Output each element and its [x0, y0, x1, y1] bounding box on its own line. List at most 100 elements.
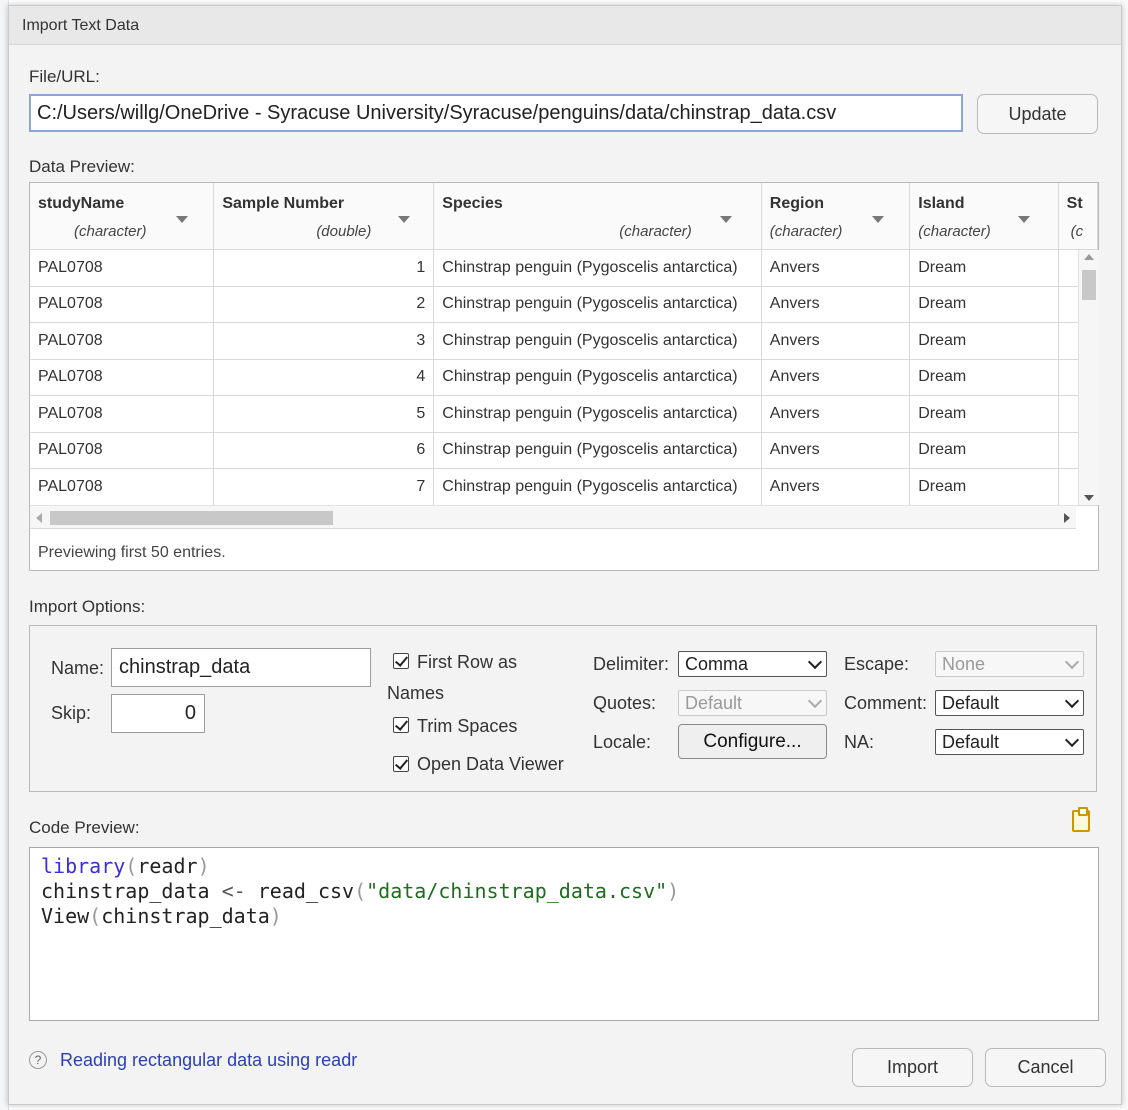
help-icon[interactable]: ?: [29, 1051, 47, 1069]
code-token: View: [41, 904, 90, 928]
import-options-label: Import Options:: [29, 597, 146, 616]
delimiter-select[interactable]: Comma: [678, 651, 827, 677]
scroll-down-icon[interactable]: [1084, 495, 1094, 501]
code-token: read_csv: [257, 879, 355, 903]
update-button[interactable]: Update: [977, 94, 1098, 134]
table-row: PAL0708 4 Chinstrap penguin (Pygoscelis an…: [30, 359, 1099, 396]
code-line: chinstrap_data <- read_csv("data/chinstr…: [41, 879, 1087, 904]
open-data-viewer-label: Open Data Viewer: [417, 754, 564, 774]
name-input[interactable]: chinstrap_data: [111, 648, 371, 687]
code-token: "data/chinstrap_data.csv": [366, 879, 668, 903]
na-select[interactable]: Default: [935, 729, 1084, 755]
cell: PAL0708: [30, 395, 215, 433]
chevron-down-icon[interactable]: [1018, 216, 1031, 223]
trim-spaces-checkbox[interactable]: [393, 717, 409, 733]
first-row-names-label: First Row as: [417, 652, 518, 672]
cell: 3: [213, 322, 435, 360]
cell: 2: [213, 286, 435, 323]
chevron-down-icon: [1064, 654, 1080, 670]
column-type: (character): [74, 223, 147, 240]
column-header-species[interactable]: Species (character): [433, 183, 762, 250]
cell: Anvers: [761, 468, 911, 506]
column-type: (c: [1070, 223, 1084, 240]
column-type: (character): [619, 223, 692, 240]
code-token: chinstrap_data: [41, 879, 210, 903]
open-data-viewer-checkbox[interactable]: [393, 756, 409, 772]
column-header-studyname[interactable]: studyName (character): [30, 183, 215, 250]
scroll-left-icon[interactable]: [36, 513, 42, 523]
escape-select[interactable]: None: [935, 651, 1084, 677]
chevron-down-icon[interactable]: [176, 216, 188, 223]
cell: Anvers: [761, 249, 911, 287]
chevron-down-icon[interactable]: [871, 216, 884, 223]
cell: Dream: [909, 468, 1059, 506]
dialog-titlebar: Import Text Data: [9, 6, 1121, 45]
scrollbar-thumb[interactable]: [1082, 270, 1096, 300]
vertical-scrollbar[interactable]: [1078, 250, 1099, 505]
chevron-down-icon[interactable]: [720, 216, 733, 223]
chevron-down-icon[interactable]: [398, 216, 411, 223]
cell: PAL0708: [30, 322, 215, 360]
cancel-button[interactable]: Cancel: [985, 1048, 1106, 1087]
configure-button[interactable]: Configure...: [678, 724, 827, 759]
table-row: PAL0708 2 Chinstrap penguin (Pygoscelis an…: [30, 286, 1099, 323]
import-options-panel: Name: chinstrap_data Skip: 0 First Row a…: [29, 625, 1097, 792]
code-line: library(readr): [41, 854, 1087, 879]
scroll-up-icon[interactable]: [1084, 254, 1094, 260]
import-button[interactable]: Import: [852, 1048, 973, 1087]
chevron-down-icon: [807, 693, 823, 709]
first-row-names-label-2: Names: [387, 683, 445, 703]
column-name: Island: [918, 195, 965, 212]
code-token: ): [667, 879, 680, 903]
cell: Anvers: [761, 395, 911, 433]
code-line: View(chinstrap_data): [41, 904, 1087, 929]
cell: Dream: [909, 322, 1059, 360]
locale-label: Locale:: [593, 732, 652, 752]
column-name: Region: [769, 195, 825, 212]
column-name: Sample Number: [222, 195, 345, 212]
column-type: (double): [316, 223, 372, 240]
cell: Chinstrap penguin (Pygoscelis antarctica…: [433, 468, 762, 506]
table-row: PAL0708 6 Chinstrap penguin (Pygoscelis an…: [30, 432, 1099, 469]
na-value: Default: [942, 732, 1000, 752]
data-preview-grid: studyName (character) Sample Number (dou…: [29, 182, 1099, 571]
cell: PAL0708: [30, 432, 215, 469]
trim-spaces-label: Trim Spaces: [417, 716, 518, 736]
cell: PAL0708: [30, 286, 215, 323]
column-type: (character): [769, 223, 843, 240]
scrollbar-thumb[interactable]: [50, 511, 333, 525]
skip-input[interactable]: 0: [111, 694, 205, 733]
help-link[interactable]: Reading rectangular data using readr: [60, 1050, 357, 1071]
cell: 4: [213, 359, 435, 396]
code-preview-label: Code Preview:: [29, 818, 140, 837]
column-header-region[interactable]: Region (character): [761, 183, 911, 250]
clipboard-icon[interactable]: [1072, 807, 1090, 832]
delimiter-value: Comma: [685, 654, 749, 674]
escape-label: Escape:: [844, 654, 910, 674]
cell: Chinstrap penguin (Pygoscelis antarctica…: [433, 286, 762, 323]
code-token: (: [89, 904, 102, 928]
escape-value: None: [942, 654, 986, 674]
import-text-data-dialog: Import Text Data File/URL: C:/Users/will…: [8, 5, 1122, 1105]
cell: Dream: [909, 395, 1059, 433]
cell: PAL0708: [30, 359, 215, 396]
cell: PAL0708: [30, 249, 215, 287]
first-row-names-checkbox[interactable]: [393, 653, 409, 669]
preview-table: studyName (character) Sample Number (dou…: [30, 183, 1099, 506]
cell: Dream: [909, 286, 1059, 323]
cell: 5: [213, 395, 435, 433]
code-preview-editor[interactable]: library(readr) chinstrap_data <- read_cs…: [29, 847, 1099, 1021]
delimiter-label: Delimiter:: [593, 654, 670, 674]
code-token: readr: [137, 854, 198, 878]
scroll-right-icon[interactable]: [1064, 513, 1070, 523]
cell: Chinstrap penguin (Pygoscelis antarctica…: [433, 359, 762, 396]
column-header-island[interactable]: Island (character): [909, 183, 1059, 250]
file-url-input[interactable]: C:/Users/willg/OneDrive - Syracuse Unive…: [29, 94, 963, 132]
comment-select[interactable]: Default: [935, 690, 1084, 716]
cell: Dream: [909, 359, 1059, 396]
chevron-down-icon: [1064, 732, 1080, 748]
horizontal-scrollbar[interactable]: [30, 505, 1076, 529]
quotes-select[interactable]: Default: [678, 690, 827, 716]
column-header-sample-number[interactable]: Sample Number (double): [213, 183, 435, 250]
column-header-st[interactable]: St (c: [1058, 183, 1099, 250]
